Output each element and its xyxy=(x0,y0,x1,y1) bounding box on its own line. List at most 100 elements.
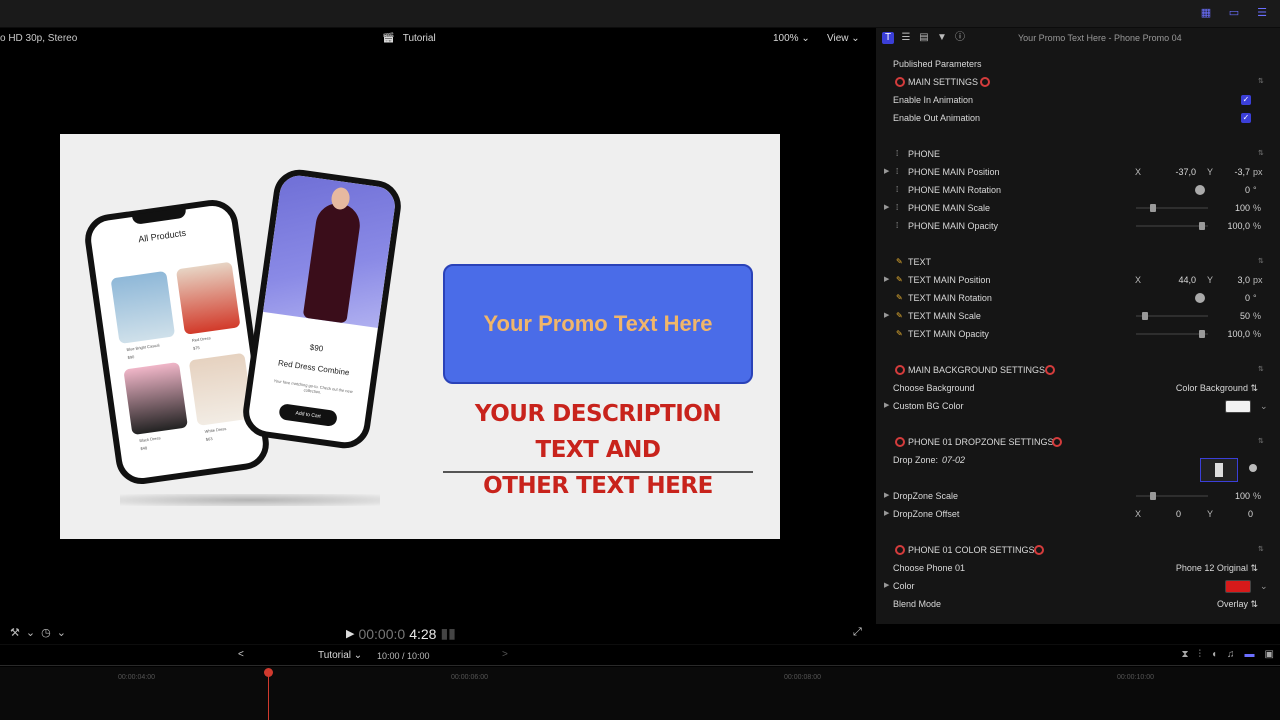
section-marker-icon xyxy=(1045,365,1055,375)
dropzone-offset-row: ▶ DropZone Offset X 0 Y 0 xyxy=(876,505,1280,523)
stepper-icon[interactable]: ⇅ xyxy=(1258,433,1264,451)
drop-zone-target-icon[interactable] xyxy=(1249,464,1257,472)
product-thumb xyxy=(123,361,188,436)
expand-icon[interactable]: ▶ xyxy=(884,307,889,325)
section-marker-icon xyxy=(895,365,905,375)
text-opacity-slider[interactable] xyxy=(1136,330,1208,338)
phone-opacity-slider[interactable] xyxy=(1136,222,1208,230)
text-position-row: ▶ ✎ TEXT MAIN Position X 44,0 Y 3,0 px xyxy=(876,271,1280,289)
viewer-project-name: Tutorial xyxy=(402,33,436,44)
pen-icon: ✎ xyxy=(896,275,903,284)
expand-icon[interactable]: ▶ xyxy=(884,271,889,289)
video-tab-icon[interactable]: ▤ xyxy=(918,32,930,44)
timecode-display[interactable]: ▶ 00:00:0 4:28 ▮▮ xyxy=(346,625,456,642)
stepper-icon[interactable]: ⇅ xyxy=(1258,361,1264,379)
product-thumb xyxy=(110,270,176,344)
stepper-icon[interactable]: ⇅ xyxy=(1258,541,1264,559)
enable-in-checkbox[interactable]: ✓ xyxy=(1241,95,1251,105)
timecode-dim: 00:00:0 xyxy=(358,625,406,642)
expand-icon[interactable]: ▶ xyxy=(884,487,889,505)
transform-tool-icon[interactable]: ⚒ xyxy=(10,626,20,639)
thumb-price: $48 xyxy=(140,445,148,452)
choose-phone-select[interactable]: Phone 12 Original ⇅ xyxy=(1146,559,1258,577)
phone-pos-x[interactable]: -37,0 xyxy=(1146,163,1196,181)
expand-icon[interactable]: ▶ xyxy=(884,163,889,181)
thumb-caption: Black Dress xyxy=(139,435,161,444)
expand-icon[interactable]: ▶ xyxy=(884,397,889,415)
choose-background-select[interactable]: Color Background ⇅ xyxy=(1146,379,1258,397)
drop-zone-well[interactable] xyxy=(1200,458,1238,482)
pen-icon: ✎ xyxy=(896,257,903,266)
generator-tab-icon[interactable]: T xyxy=(882,32,894,44)
dropzone-scale-slider[interactable] xyxy=(1136,492,1208,500)
expand-icon[interactable]: ▶ xyxy=(884,577,889,595)
thumb-price: $90 xyxy=(127,354,135,360)
section-marker-icon xyxy=(1052,437,1062,447)
expand-icon[interactable]: ▶ xyxy=(884,505,889,523)
stepper-icon[interactable]: ⇅ xyxy=(1258,145,1264,163)
description-line-2: OTHER TEXT HERE xyxy=(483,473,713,499)
timeline-ruler[interactable]: 00:00:04:00 00:00:06:00 00:00:08:00 00:0… xyxy=(0,667,1280,720)
stepper-icon[interactable]: ⇅ xyxy=(1258,253,1264,271)
product-price: $90 xyxy=(309,342,324,354)
text-opacity-row: ✎ TEXT MAIN Opacity 100,0 % xyxy=(876,325,1280,343)
audio-skimming-icon[interactable]: ⫶ xyxy=(1199,649,1202,660)
text-scale-row: ▶ ✎ TEXT MAIN Scale 50 % xyxy=(876,307,1280,325)
description-text: YOUR DESCRIPTION TEXT AND OTHER TEXT HER… xyxy=(443,396,753,504)
text-group-row: ✎ TEXT ⇅ xyxy=(876,253,1280,271)
phone-scale-slider[interactable] xyxy=(1136,204,1208,212)
rotation-dial[interactable] xyxy=(1195,185,1205,195)
viewer-project: 🎬︎ Tutorial xyxy=(382,33,436,44)
text-tab-icon[interactable]: ☰ xyxy=(900,32,912,44)
clapper-icon: 🎬︎ xyxy=(382,33,395,44)
blend-mode-select[interactable]: Overlay ⇅ xyxy=(1176,595,1258,613)
play-icon[interactable]: ▶ xyxy=(346,627,354,640)
inspector-toggle-icon[interactable]: ☰ xyxy=(1254,6,1270,20)
phone-rotation-row: ⁞ PHONE MAIN Rotation 0 ° xyxy=(876,181,1280,199)
dropzone-scale-row: ▶ DropZone Scale 100 % xyxy=(876,487,1280,505)
rotation-dial[interactable] xyxy=(1195,293,1205,303)
viewer-canvas[interactable]: All Products Blue Bright Casual Red Dres… xyxy=(60,134,780,539)
chevron-down-icon[interactable]: ⌄ xyxy=(1260,397,1268,415)
fullscreen-icon[interactable]: ⤢ xyxy=(853,626,862,639)
format-label: o HD 30p, Stereo xyxy=(0,33,78,44)
forward-arrow-icon[interactable]: > xyxy=(502,649,508,660)
back-arrow-icon[interactable]: < xyxy=(238,649,244,660)
clip-appearance-icon[interactable]: ▣ xyxy=(1265,649,1274,660)
text-pos-x[interactable]: 44,0 xyxy=(1146,271,1196,289)
timeline-project-menu[interactable]: Tutorial ⌄ xyxy=(318,650,362,661)
expand-icon[interactable]: ▶ xyxy=(884,199,889,217)
solo-icon[interactable]: ◖ xyxy=(1211,649,1217,660)
zoom-menu[interactable]: 100% ⌄ xyxy=(773,33,810,44)
choose-phone-row: Choose Phone 01 Phone 12 Original ⇅ xyxy=(876,559,1280,577)
phone-pos-y[interactable]: -3,7 xyxy=(1216,163,1250,181)
library-toggle-icon[interactable]: ▦ xyxy=(1198,6,1214,20)
enable-out-checkbox[interactable]: ✓ xyxy=(1241,113,1251,123)
view-menu[interactable]: View ⌄ xyxy=(827,33,860,44)
color-settings-row: PHONE 01 COLOR SETTINGS ⇅ xyxy=(876,541,1280,559)
color-row: ▶ Color ⌄ xyxy=(876,577,1280,595)
choose-background-row: Choose Background Color Background ⇅ xyxy=(876,379,1280,397)
custom-bg-swatch[interactable] xyxy=(1225,400,1251,413)
headphones-icon[interactable]: ♫ xyxy=(1227,649,1235,660)
snapping-icon[interactable]: ▬ xyxy=(1245,649,1255,660)
timeline-toggle-icon[interactable]: ▭ xyxy=(1226,6,1242,20)
info-tab-icon[interactable]: ⓘ xyxy=(954,32,966,44)
speed-tool-icon[interactable]: ◷ xyxy=(41,626,51,639)
main-settings-row: MAIN SETTINGS ⇅ xyxy=(876,73,1280,91)
text-rotation-row: ✎ TEXT MAIN Rotation 0 ° xyxy=(876,289,1280,307)
chevron-down-icon[interactable]: ⌄ xyxy=(1260,577,1268,595)
section-marker-icon xyxy=(1034,545,1044,555)
published-parameters-heading: Published Parameters xyxy=(893,59,982,69)
stepper-icon[interactable]: ⇅ xyxy=(1258,73,1264,91)
text-scale-slider[interactable] xyxy=(1136,312,1208,320)
playhead[interactable] xyxy=(268,670,269,720)
text-pos-y[interactable]: 3,0 xyxy=(1216,271,1250,289)
skimming-icon[interactable]: ⧗ xyxy=(1181,649,1188,660)
filter-tab-icon[interactable]: ▼ xyxy=(936,32,948,44)
phone-opacity-row: ⁞ PHONE MAIN Opacity 100,0 % xyxy=(876,217,1280,235)
enable-in-row: Enable In Animation ✓ xyxy=(893,95,1251,105)
color-swatch[interactable] xyxy=(1225,580,1251,593)
rig-icon: ⁞ xyxy=(896,221,899,230)
pen-icon: ✎ xyxy=(896,329,903,338)
